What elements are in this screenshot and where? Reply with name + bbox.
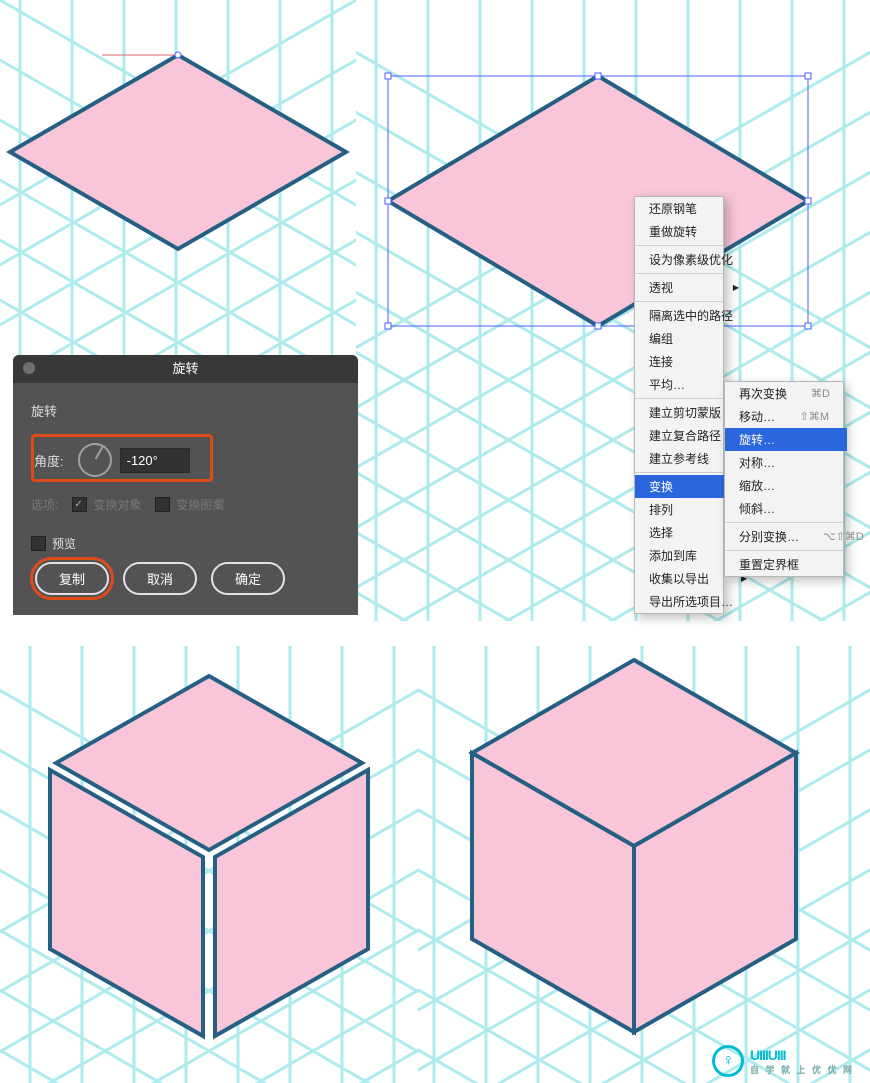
- menu-item[interactable]: 导出所选项目…: [635, 590, 757, 613]
- opt-transform-pattern[interactable]: 变换图案: [155, 496, 224, 513]
- watermark: ♀ UIIIUIII自 学 就 上 优 优 网: [712, 1045, 854, 1077]
- section-label: 旋转: [31, 401, 340, 420]
- options-row: 选项: 变换对象 变换图案: [31, 496, 340, 513]
- copy-button[interactable]: 复制: [35, 562, 109, 595]
- menu-item[interactable]: 透视: [635, 276, 757, 299]
- menu-item[interactable]: 隔离选中的路径: [635, 304, 757, 327]
- submenu-item[interactable]: 缩放…: [725, 474, 847, 497]
- submenu-item[interactable]: 重置定界框: [725, 553, 847, 576]
- submenu-item[interactable]: 再次变换⌘D: [725, 382, 847, 405]
- menu-item[interactable]: 设为像素级优化: [635, 248, 757, 271]
- transform-submenu[interactable]: 再次变换⌘D移动…⇧⌘M旋转…对称…缩放…倾斜… 分别变换…⌥⇧⌘D 重置定界框: [724, 381, 844, 577]
- submenu-item[interactable]: 分别变换…⌥⇧⌘D: [725, 525, 847, 548]
- submenu-item[interactable]: 旋转…: [725, 428, 847, 451]
- angle-input[interactable]: [120, 448, 190, 473]
- cube-exploded[interactable]: [50, 676, 368, 1036]
- opt-transform-object[interactable]: 变换对象: [72, 496, 141, 513]
- close-icon[interactable]: [23, 362, 35, 374]
- menu-item[interactable]: 连接: [635, 350, 757, 373]
- rotate-dialog[interactable]: 旋转 旋转 角度: 选项: 变换对象 变换图案 预览 复制 取消 确定: [13, 355, 358, 615]
- iso-grid: [0, 0, 356, 355]
- submenu-item[interactable]: 对称…: [725, 451, 847, 474]
- menu-item[interactable]: 重做旋转: [635, 220, 757, 243]
- iso-grid: [0, 646, 418, 1083]
- menu-item[interactable]: 还原钢笔: [635, 197, 757, 220]
- ok-button[interactable]: 确定: [211, 562, 285, 595]
- iso-grid: [418, 646, 870, 1083]
- submenu-item[interactable]: 倾斜…: [725, 497, 847, 520]
- preview-checkbox[interactable]: 预览: [31, 535, 76, 552]
- angle-dial-icon[interactable]: [78, 443, 112, 477]
- angle-field[interactable]: 角度:: [31, 434, 213, 482]
- submenu-item[interactable]: 移动…⇧⌘M: [725, 405, 847, 428]
- checkbox-icon[interactable]: [31, 536, 46, 551]
- checkbox-icon[interactable]: [72, 497, 87, 512]
- bulb-icon: ♀: [712, 1045, 744, 1077]
- dialog-title: 旋转: [13, 355, 358, 383]
- checkbox-icon[interactable]: [155, 497, 170, 512]
- menu-item[interactable]: 编组: [635, 327, 757, 350]
- cancel-button[interactable]: 取消: [123, 562, 197, 595]
- angle-label: 角度:: [34, 451, 64, 470]
- rhombus-shape[interactable]: [10, 55, 346, 249]
- context-menu[interactable]: 还原钢笔重做旋转设为像素级优化透视隔离选中的路径编组连接平均…建立剪切蒙版建立复…: [634, 196, 724, 614]
